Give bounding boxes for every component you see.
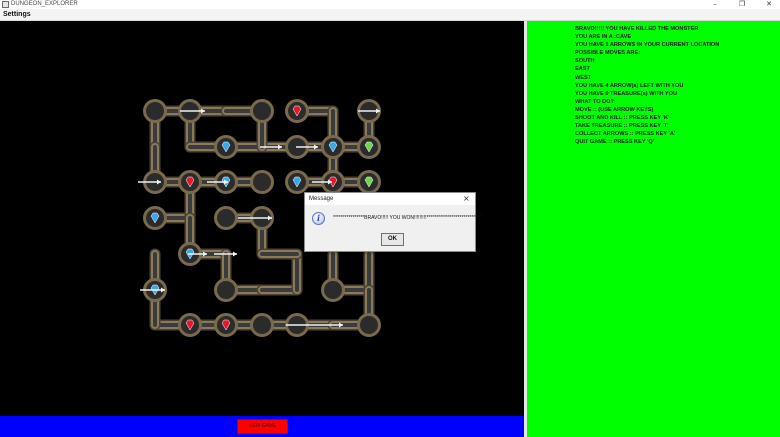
status-messages: BRAVO!!!!! YOU HAVE KILLED THE MONSTER YO… bbox=[575, 25, 719, 146]
status-line: QUIT GAME :: PRESS KEY 'Q' bbox=[575, 139, 655, 146]
status-line: YOU HAVE 4 ARROW(s) LEFT WITH YOU bbox=[575, 82, 684, 89]
status-line: SHOOT AND KILL :: PRESS KEY 'K' bbox=[575, 115, 670, 122]
status-line: SOUTH bbox=[575, 58, 595, 65]
status-line: COLLECT ARROWS :: PRESS KEY 'A' bbox=[575, 131, 676, 138]
status-panel: BRAVO!!!!! YOU HAVE KILLED THE MONSTER YO… bbox=[527, 21, 780, 437]
cave-node bbox=[324, 281, 342, 299]
status-line: WEST bbox=[575, 74, 592, 81]
status-line: YOU ARE IN A :CAVE bbox=[575, 34, 632, 41]
status-line: EAST bbox=[575, 66, 590, 73]
status-line: TAKE TREASURE :: PRESS KEY 'T' bbox=[575, 123, 669, 130]
dialog-title-bar: Message × bbox=[305, 193, 475, 205]
cave-node bbox=[217, 281, 235, 299]
maximize-icon[interactable]: ❐ bbox=[729, 0, 755, 9]
minimize-icon[interactable]: – bbox=[702, 0, 728, 9]
window-title: DUNGEON_EXPLORER bbox=[11, 1, 78, 7]
information-icon: i bbox=[312, 212, 325, 225]
window-title-bar: DUNGEON_EXPLORER – ❐ ✕ bbox=[0, 0, 780, 9]
bottom-control-bar: NEW GAME bbox=[0, 416, 524, 437]
status-line: POSSIBLE MOVES ARE: bbox=[575, 50, 641, 57]
app-icon bbox=[2, 1, 9, 8]
arrow-icon bbox=[233, 251, 237, 257]
ok-button[interactable]: OK bbox=[381, 233, 404, 246]
cave-node bbox=[146, 102, 164, 120]
cave-node bbox=[360, 316, 378, 334]
cave-node bbox=[253, 316, 271, 334]
status-line: BRAVO!!!!! YOU HAVE KILLED THE MONSTER bbox=[575, 26, 699, 32]
settings-menu[interactable]: Settings bbox=[3, 10, 31, 20]
cave-node bbox=[217, 209, 235, 227]
status-line: WHAT TO DO? bbox=[575, 98, 614, 105]
dialog-message: ****************BRAVO!!!!! YOU WON!!!!!!… bbox=[333, 215, 483, 221]
dialog-close-icon[interactable]: × bbox=[463, 193, 470, 205]
status-line: YOU HAVE 0 TREASURE(s) WITH YOU bbox=[575, 90, 678, 97]
message-dialog: Message × i ****************BRAVO!!!!! Y… bbox=[304, 192, 483, 252]
cave-node bbox=[253, 102, 271, 120]
menu-bar: Settings bbox=[0, 9, 780, 21]
dialog-title: Message bbox=[309, 196, 334, 202]
close-icon[interactable]: ✕ bbox=[756, 0, 780, 9]
new-game-button[interactable]: NEW GAME bbox=[237, 419, 288, 434]
status-line: MOVE :: (USE ARROW KEYS) bbox=[575, 106, 654, 113]
status-line: YOU HAVE 1 ARROWS IN YOUR CURRENT LOCATI… bbox=[575, 42, 720, 49]
cave-node bbox=[253, 173, 271, 191]
